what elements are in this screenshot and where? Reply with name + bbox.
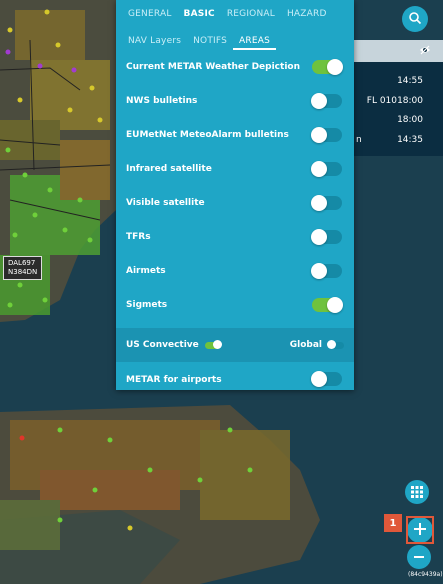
tabs-row-2: NAV Layers NOTIFS AREAS <box>116 26 354 50</box>
layer-label: Sigmets <box>126 300 168 310</box>
layer-label: Infrared satellite <box>126 164 212 174</box>
info-time-2: 18:00 <box>397 96 423 106</box>
layer-label: Current METAR Weather Depiction <box>126 62 300 72</box>
flight-callsign: DAL697 <box>8 259 36 267</box>
toggle-eumetnet[interactable] <box>311 127 342 143</box>
search-icon <box>408 10 422 29</box>
layer-row-tfrs: TFRs <box>116 220 354 254</box>
tab-nav-layers[interactable]: NAV Layers <box>122 36 187 50</box>
info-time-4: 14:35 <box>397 135 423 145</box>
info-prefix: n <box>356 135 362 145</box>
layer-label: METAR for airports <box>126 375 222 385</box>
layer-label: TFRs <box>126 232 151 242</box>
toggle-us-convective[interactable] <box>204 340 222 349</box>
layer-row-current-metar: Current METAR Weather Depiction <box>116 50 354 84</box>
toggle-airmets[interactable] <box>311 263 342 279</box>
layer-row-visible: Visible satellite <box>116 186 354 220</box>
tab-basic[interactable]: BASIC <box>178 9 221 26</box>
info-time-3: 18:00 <box>397 115 423 125</box>
flight-label[interactable]: DAL697 N384DN <box>3 256 43 280</box>
version-label: (84c9439a) <box>408 571 443 578</box>
toggle-visible[interactable] <box>311 195 342 211</box>
layer-panel: GENERAL BASIC REGIONAL HAZARD NAV Layers… <box>116 0 354 390</box>
search-button[interactable] <box>402 6 428 32</box>
tab-areas[interactable]: AREAS <box>233 36 276 50</box>
layer-row-metar-airports: METAR for airports <box>116 362 354 398</box>
global-option: Global <box>290 340 344 350</box>
tab-hazard[interactable]: HAZARD <box>281 9 333 26</box>
toggle-tfrs[interactable] <box>311 229 342 245</box>
layer-row-eumetnet: EUMetNet MeteoAlarm bulletins <box>116 118 354 152</box>
layer-row-infrared: Infrared satellite <box>116 152 354 186</box>
toggle-nws-bulletins[interactable] <box>311 93 342 109</box>
toggle-infrared[interactable] <box>311 161 342 177</box>
layers-grid-button[interactable] <box>405 480 429 504</box>
grid-icon <box>411 483 423 502</box>
tab-general[interactable]: GENERAL <box>122 9 178 26</box>
toggle-global[interactable] <box>327 340 344 349</box>
tabs-row-1: GENERAL BASIC REGIONAL HAZARD <box>116 0 354 26</box>
zoom-out-icon <box>413 548 425 567</box>
layer-label: Airmets <box>126 266 166 276</box>
global-label: Global <box>289 340 322 350</box>
toggle-sigmets[interactable] <box>312 297 343 313</box>
layer-row-nws-bulletins: NWS bulletins <box>116 84 354 118</box>
zoom-out-button[interactable] <box>407 545 431 569</box>
layer-label: Visible satellite <box>126 198 205 208</box>
flight-info-panel: 14:55 FL 010 18:00 18:00 n 14:35 <box>352 40 443 156</box>
eye-slash-icon[interactable] <box>419 44 431 59</box>
layer-label: EUMetNet MeteoAlarm bulletins <box>126 130 289 140</box>
layer-row-sigmets: Sigmets <box>116 288 354 322</box>
info-flight-level: FL 010 <box>366 96 397 106</box>
toggle-current-metar[interactable] <box>312 59 343 75</box>
zoom-highlight-box <box>406 516 434 544</box>
flight-info-header <box>352 40 443 62</box>
step-badge: 1 <box>384 514 402 532</box>
toggle-metar-airports[interactable] <box>311 371 342 387</box>
sigmet-options: US Convective Global <box>116 328 354 362</box>
layer-row-airmets: Airmets <box>116 254 354 288</box>
flight-registration: N384DN <box>8 268 38 276</box>
tab-regional[interactable]: REGIONAL <box>221 9 281 26</box>
tab-notifs[interactable]: NOTIFS <box>187 36 233 50</box>
info-time-1: 14:55 <box>397 76 423 86</box>
us-convective-label: US Convective <box>126 340 199 350</box>
layer-label: NWS bulletins <box>126 96 198 106</box>
